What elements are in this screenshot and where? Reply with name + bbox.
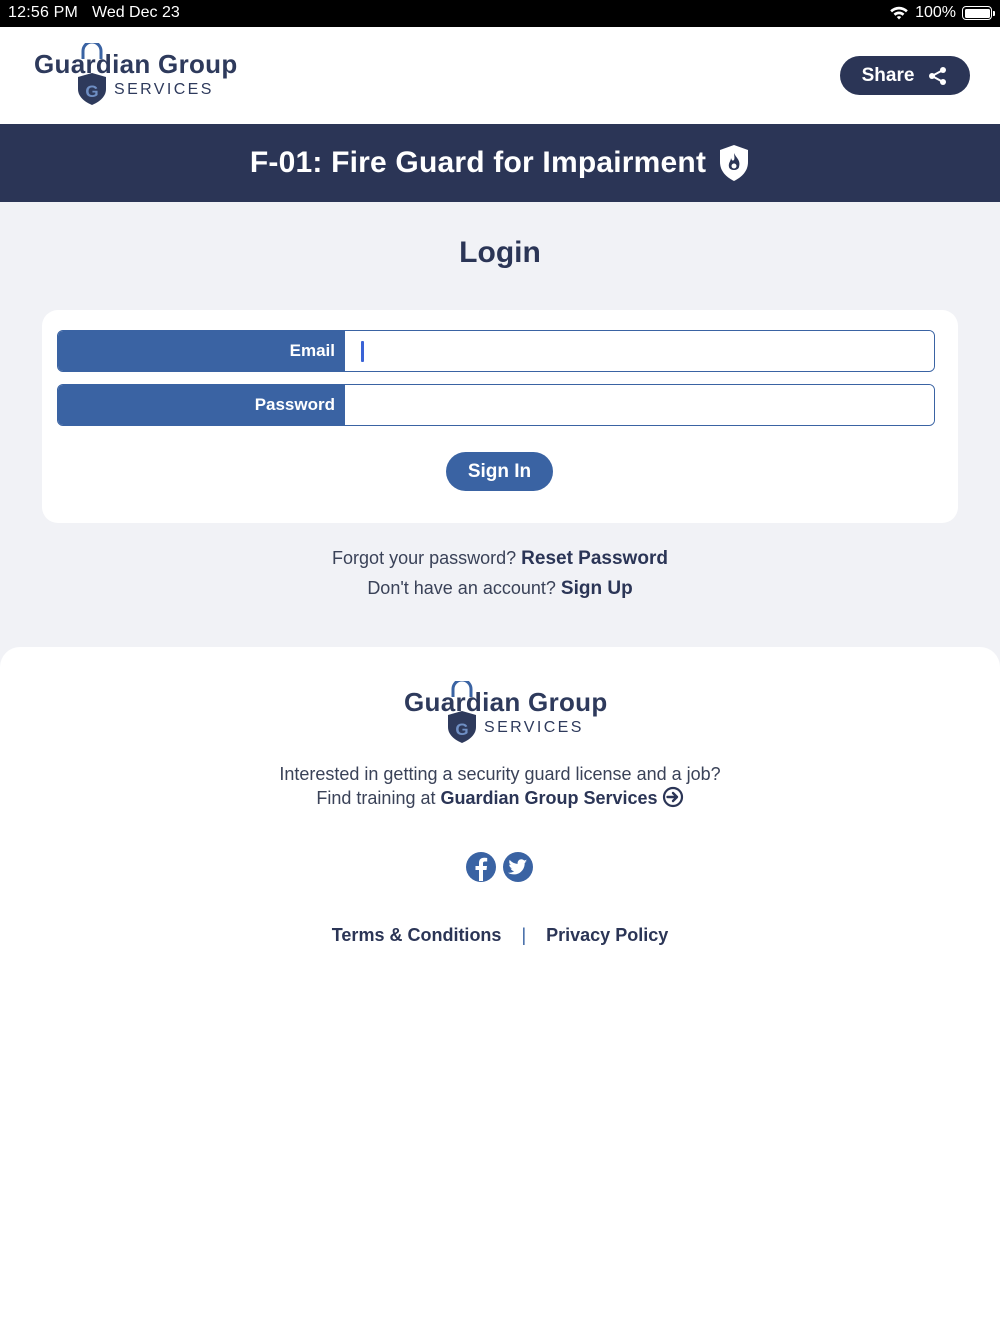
promo-line-1: Interested in getting a security guard l… bbox=[279, 764, 721, 784]
promo-prefix: Find training at bbox=[316, 788, 436, 808]
app-header: G Guardian Group SERVICES Share bbox=[0, 27, 1000, 124]
sign-up-link[interactable]: Sign Up bbox=[561, 578, 633, 599]
login-heading: Login bbox=[459, 236, 541, 269]
course-title: F-01: Fire Guard for Impairment bbox=[249, 146, 707, 179]
login-section: Login Email Password Sign In Forgot your… bbox=[0, 202, 1000, 672]
status-date: Wed Dec 23 bbox=[92, 4, 180, 21]
arrow-circle-right-icon[interactable] bbox=[662, 786, 684, 808]
share-label: Share bbox=[861, 64, 915, 86]
email-field: Email bbox=[57, 330, 935, 372]
login-card: Email Password Sign In bbox=[42, 310, 958, 523]
sign-in-button[interactable]: Sign In bbox=[446, 452, 553, 491]
logo-sub-text: SERVICES bbox=[114, 81, 214, 98]
wifi-icon bbox=[890, 6, 908, 20]
password-field: Password bbox=[57, 384, 935, 426]
guardian-group-services-link[interactable]: Guardian Group Services bbox=[441, 788, 658, 808]
logo-brand-text: Guardian Group bbox=[34, 49, 238, 79]
facebook-icon[interactable] bbox=[466, 852, 496, 882]
email-label: Email bbox=[58, 331, 345, 371]
password-label: Password bbox=[58, 385, 345, 425]
status-bar: 12:56 PM Wed Dec 23 100% bbox=[0, 0, 1000, 27]
email-input[interactable] bbox=[345, 331, 934, 371]
fire-shield-icon bbox=[720, 145, 749, 181]
forgot-password-text: Forgot your password? bbox=[332, 548, 517, 568]
text-cursor bbox=[361, 341, 364, 362]
svg-text:G: G bbox=[455, 720, 468, 739]
social-links bbox=[466, 852, 533, 882]
legal-links: Terms & Conditions | Privacy Policy bbox=[0, 925, 1000, 946]
page-footer: G Guardian Group SERVICES Interested in … bbox=[0, 647, 1000, 1334]
password-input[interactable] bbox=[345, 385, 934, 425]
status-time: 12:56 PM bbox=[8, 4, 79, 21]
promo-line-2: Find training at Guardian Group Services bbox=[0, 786, 1000, 810]
status-right: 100% bbox=[889, 4, 995, 22]
battery-percent: 100% bbox=[915, 4, 956, 21]
forgot-password-row: Forgot your password? Reset Password bbox=[0, 548, 1000, 570]
logo-brand-text: Guardian Group bbox=[404, 687, 608, 717]
svg-text:G: G bbox=[85, 82, 98, 101]
logo-sub-text: SERVICES bbox=[484, 719, 584, 736]
share-button[interactable]: Share bbox=[840, 56, 970, 95]
share-icon bbox=[929, 66, 947, 85]
no-account-text: Don't have an account? bbox=[367, 578, 556, 598]
legal-separator: | bbox=[521, 925, 527, 945]
privacy-policy-link[interactable]: Privacy Policy bbox=[546, 925, 668, 946]
battery-icon bbox=[962, 6, 995, 20]
header-logo[interactable]: G Guardian Group SERVICES bbox=[34, 43, 237, 115]
footer-logo[interactable]: G Guardian Group SERVICES bbox=[404, 681, 607, 753]
twitter-icon[interactable] bbox=[503, 852, 533, 882]
course-title-banner: F-01: Fire Guard for Impairment bbox=[0, 124, 1000, 202]
terms-conditions-link[interactable]: Terms & Conditions bbox=[332, 925, 502, 946]
reset-password-link[interactable]: Reset Password bbox=[521, 548, 668, 569]
training-promo: Interested in getting a security guard l… bbox=[0, 762, 1000, 810]
signup-row: Don't have an account? Sign Up bbox=[0, 578, 1000, 600]
